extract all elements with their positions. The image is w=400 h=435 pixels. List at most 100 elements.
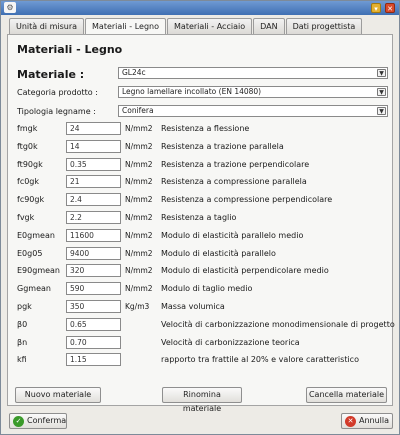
property-row: kfi 1.15 rapporto tra frattile al 20% e va… — [8, 353, 394, 368]
property-value-input[interactable]: 0.70 — [66, 335, 121, 349]
property-row: E90gmean 320 N/mm2 Modulo di elasticità per… — [8, 264, 394, 279]
property-unit: N/mm2 — [125, 141, 153, 151]
property-description: Resistenza a compressione parallela — [161, 177, 307, 187]
tab-unita-di-misura[interactable]: Unità di misura — [9, 18, 85, 34]
materiale-select[interactable]: GL24c ▼ — [118, 67, 388, 79]
property-description: Velocità di carbonizzazione monodimensio… — [161, 319, 395, 329]
property-value-input[interactable]: 350 — [66, 300, 121, 313]
property-symbol: E0gmean — [17, 230, 55, 240]
property-value-input[interactable]: 0.35 — [66, 157, 121, 171]
property-row: β0 0.65 Velocità di carbonizzazione monodi… — [8, 317, 395, 333]
conferma-label: Conferma — [27, 416, 67, 425]
property-symbol: β0 — [17, 319, 28, 329]
tab-bar: Unità di misura Materiali - Legno Materi… — [9, 18, 363, 35]
tipologia-select[interactable]: Conifera ▼ — [118, 105, 388, 117]
property-symbol: ftg0k — [17, 141, 38, 151]
property-value-input[interactable]: 2.4 — [66, 193, 121, 207]
property-unit: N/mm2 — [125, 284, 153, 294]
property-unit: Kg/m3 — [125, 302, 150, 311]
app-logo-icon: ⚙ — [4, 2, 16, 13]
property-unit: N/mm2 — [125, 177, 153, 187]
property-unit: N/mm2 — [125, 159, 153, 169]
property-description: Modulo di taglio medio — [161, 284, 253, 294]
property-unit: N/mm2 — [125, 266, 153, 276]
categoria-label: Categoria prodotto : — [17, 88, 98, 97]
property-row: Ggmean 590 N/mm2 Modulo di taglio medio — [8, 282, 394, 297]
property-symbol: fmgk — [17, 124, 38, 133]
property-value-input[interactable]: 590 — [66, 282, 121, 296]
materiale-value: GL24c — [122, 68, 146, 77]
property-description: Modulo di elasticità parallelo medio — [161, 230, 304, 240]
property-symbol: E0g05 — [17, 248, 43, 258]
materiale-label: Materiale : — [17, 68, 85, 81]
property-description: Resistenza a taglio — [161, 213, 237, 222]
materials-panel: Materiali - Legno Materiale : GL24c ▼ Ca… — [7, 34, 395, 413]
tipologia-label: Tipologia legname : — [17, 107, 96, 116]
property-description: Modulo di elasticità parallelo — [161, 248, 276, 258]
conferma-button[interactable]: ✓ Conferma — [9, 413, 67, 429]
tab-materiali-legno[interactable]: Materiali - Legno — [85, 18, 167, 35]
property-value-input[interactable]: 9400 — [66, 246, 121, 260]
property-value-input[interactable]: 11600 — [66, 228, 121, 242]
rinomina-materiale-button[interactable]: Rinomina materiale — [162, 387, 242, 413]
close-icon: ✕ — [345, 416, 356, 427]
minimize-button[interactable]: ▾ — [371, 3, 381, 13]
property-description: Modulo di elasticità perpendicolare medi… — [161, 266, 329, 276]
property-value-input[interactable]: 2.2 — [66, 211, 121, 224]
property-description: Velocità di carbonizzazione teorica — [161, 337, 300, 347]
property-symbol: Ggmean — [17, 284, 51, 294]
property-symbol: fc90gk — [17, 195, 45, 205]
tab-materiali-acciaio[interactable]: Materiali - Acciaio — [167, 18, 253, 34]
page-title: Materiali - Legno — [17, 43, 123, 56]
property-description: Resistenza a trazione perpendicolare — [161, 159, 310, 169]
property-symbol: kfi — [17, 355, 27, 365]
chevron-down-icon[interactable]: ▼ — [377, 107, 386, 115]
property-symbol: pgk — [17, 302, 32, 311]
property-description: Resistenza a compressione perpendicolare — [161, 195, 333, 205]
property-row: ftg0k 14 N/mm2 Resistenza a trazione parall… — [8, 139, 394, 155]
annulla-label: Annulla — [359, 416, 390, 425]
categoria-value: Legno lamellare incollato (EN 14080) — [122, 87, 262, 96]
property-symbol: ft90gk — [17, 159, 43, 169]
annulla-button[interactable]: ✕ Annulla — [341, 413, 393, 429]
categoria-select[interactable]: Legno lamellare incollato (EN 14080) ▼ — [118, 86, 388, 98]
property-value-input[interactable]: 14 — [66, 139, 121, 153]
chevron-down-icon[interactable]: ▼ — [377, 69, 386, 77]
tab-dati-progettista[interactable]: Dati progettista — [285, 18, 363, 34]
property-row: E0g05 9400 N/mm2 Modulo di elasticità paral… — [8, 246, 394, 262]
property-row: βn 0.70 Velocità di carbonizzazione teoric… — [8, 335, 394, 351]
property-value-input[interactable]: 24 — [66, 122, 121, 135]
property-symbol: fc0gk — [17, 177, 40, 187]
property-unit: N/mm2 — [125, 195, 153, 205]
check-icon: ✓ — [13, 416, 24, 427]
property-row: pgk 350 Kg/m3 Massa volumica — [8, 300, 394, 315]
cancella-materiale-button[interactable]: Cancella materiale — [306, 387, 387, 403]
property-symbol: βn — [17, 337, 28, 347]
property-unit: N/mm2 — [125, 124, 153, 133]
property-row: fmgk 24 N/mm2 Resistenza a flessione — [8, 122, 394, 137]
property-description: Massa volumica — [161, 302, 225, 311]
property-description: rapporto tra frattile al 20% e valore ca… — [161, 355, 359, 365]
tab-dan[interactable]: DAN — [253, 18, 285, 34]
property-symbol: fvgk — [17, 213, 35, 222]
property-row: fc90gk 2.4 N/mm2 Resistenza a compressione … — [8, 193, 394, 208]
nuovo-materiale-button[interactable]: Nuovo materiale — [15, 387, 101, 403]
property-unit: N/mm2 — [125, 230, 153, 240]
close-window-button[interactable]: ✕ — [385, 3, 395, 13]
property-value-input[interactable]: 0.65 — [66, 317, 121, 331]
property-row: E0gmean 11600 N/mm2 Modulo di elasticità pa… — [8, 228, 394, 244]
titlebar: ⚙ ▾ ✕ — [1, 1, 399, 15]
property-unit: N/mm2 — [125, 213, 153, 222]
property-value-input[interactable]: 1.15 — [66, 353, 121, 367]
tipologia-value: Conifera — [122, 106, 154, 115]
chevron-down-icon[interactable]: ▼ — [377, 88, 386, 96]
window: ⚙ ▾ ✕ Unità di misura Materiali - Legno … — [0, 0, 400, 435]
property-description: Resistenza a trazione parallela — [161, 141, 284, 151]
property-row: fvgk 2.2 N/mm2 Resistenza a taglio — [8, 211, 394, 226]
property-value-input[interactable]: 320 — [66, 264, 121, 278]
property-row: ft90gk 0.35 N/mm2 Resistenza a trazione per… — [8, 157, 394, 173]
property-symbol: E90gmean — [17, 266, 60, 276]
property-value-input[interactable]: 21 — [66, 175, 121, 189]
property-row: fc0gk 21 N/mm2 Resistenza a compressione pa… — [8, 175, 394, 190]
property-unit: N/mm2 — [125, 248, 153, 258]
